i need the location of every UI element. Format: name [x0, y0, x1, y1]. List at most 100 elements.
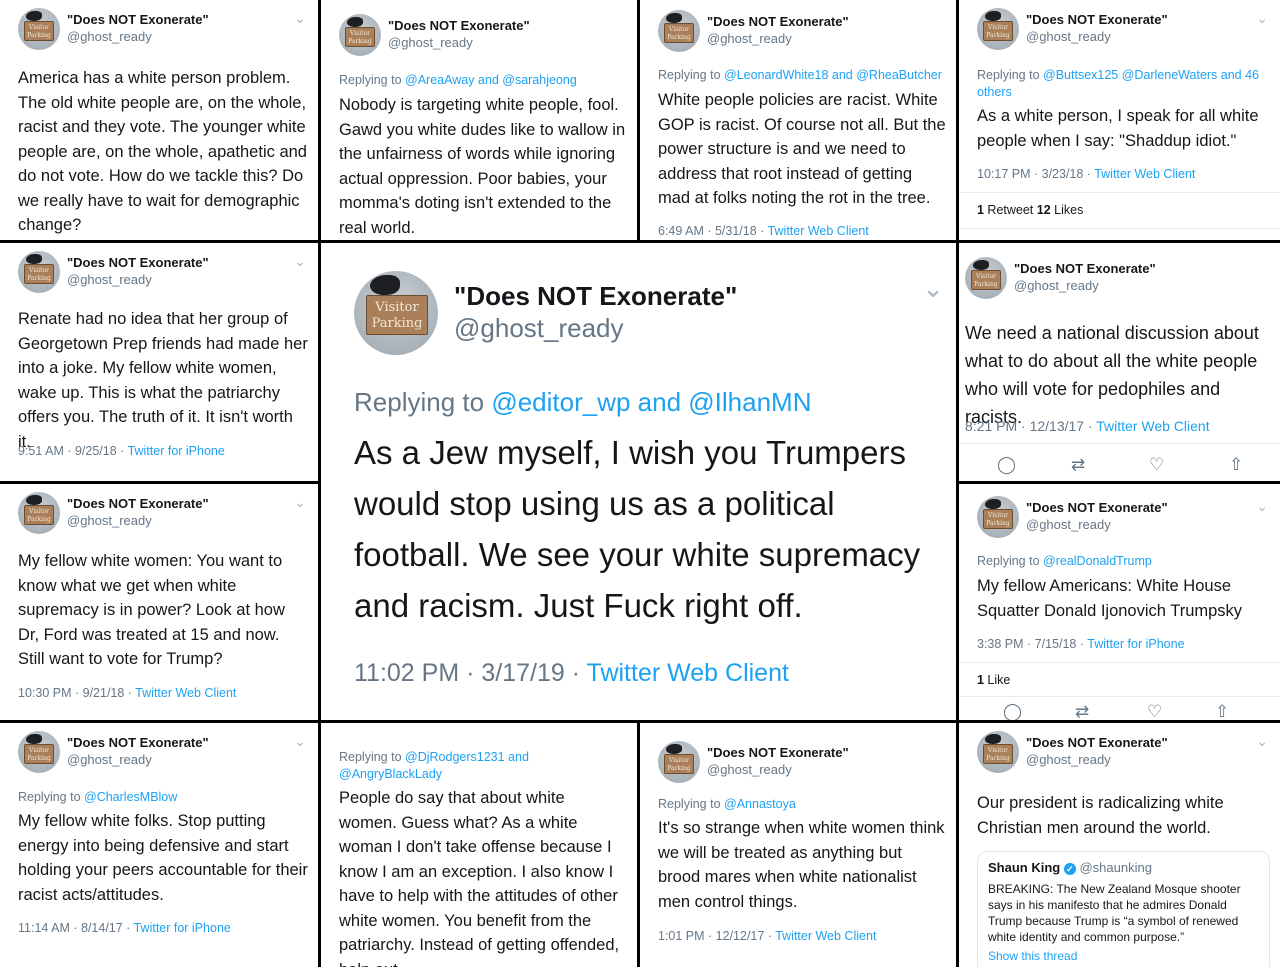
tweet-text: It's so strange when white women think w…	[658, 819, 945, 911]
quoted-tweet[interactable]: Shaun King ✓ @shaunking BREAKING: The Ne…	[977, 851, 1270, 967]
user-handle[interactable]: @ghost_ready	[1026, 752, 1111, 767]
tweet-source-link[interactable]: Twitter Web Client	[768, 224, 869, 238]
display-name[interactable]: "Does NOT Exonerate"	[67, 735, 209, 750]
tweet-source-link[interactable]: Twitter Web Client	[775, 929, 876, 943]
visitor-parking-sign: Visitor Parking	[24, 505, 54, 525]
display-name[interactable]: "Does NOT Exonerate"	[67, 12, 209, 27]
chevron-down-icon[interactable]: ⌄	[922, 273, 944, 304]
user-handle[interactable]: @ghost_ready	[1026, 517, 1111, 532]
tweet-source-link[interactable]: Twitter Web Client	[1094, 167, 1195, 181]
visitor-parking-sign: Visitor Parking	[24, 264, 54, 284]
avatar[interactable]: Visitor Parking	[658, 741, 700, 783]
share-icon[interactable]: ⇧	[1215, 702, 1229, 720]
display-name[interactable]: "Does NOT Exonerate"	[67, 496, 209, 511]
tweet-source-link[interactable]: Twitter Web Client	[135, 686, 236, 700]
avatar[interactable]: Visitor Parking	[977, 731, 1019, 773]
avatar[interactable]: Visitor Parking	[18, 251, 60, 293]
user-handle[interactable]: @ghost_ready	[388, 35, 473, 50]
tweet-header: Visitor Parking "Does NOT Exonerate" @gh…	[658, 741, 944, 785]
heart-icon[interactable]: ♡	[1147, 702, 1162, 720]
retweet-icon[interactable]: ⇄	[1075, 702, 1089, 720]
avatar[interactable]: Visitor Parking	[18, 492, 60, 534]
display-name[interactable]: "Does NOT Exonerate"	[707, 745, 849, 760]
avatar[interactable]: Visitor Parking	[965, 257, 1007, 299]
display-name[interactable]: "Does NOT Exonerate"	[67, 255, 209, 270]
tweet-text: People do say that about white women. Gu…	[339, 789, 620, 967]
reply-mentions-link[interactable]: @CharlesMBlow	[84, 790, 177, 804]
chevron-down-icon[interactable]: ⌄	[294, 253, 306, 270]
user-handle[interactable]: @ghost_ready	[67, 752, 152, 767]
replying-to: Replying to @editor_wp and @IlhanMN	[354, 387, 812, 417]
tweet-timestamp: 1:01 PM · 12/12/17 · Twitter Web Client	[658, 929, 877, 943]
avatar[interactable]: Visitor Parking	[339, 14, 381, 56]
likes-link[interactable]: Like	[984, 673, 1010, 687]
reply-icon[interactable]: ◯	[1003, 702, 1022, 720]
tweet-source-link[interactable]: Twitter for iPhone	[134, 921, 231, 935]
user-handle[interactable]: @ghost_ready	[707, 762, 792, 777]
display-name[interactable]: "Does NOT Exonerate"	[388, 18, 530, 33]
tweet-actions: ◯ ⇄ ♡ ⇧	[989, 455, 1260, 477]
divider	[959, 192, 1280, 193]
retweets-link[interactable]: Retweet	[984, 203, 1037, 217]
tweet-source-link[interactable]: Twitter for iPhone	[1087, 637, 1184, 651]
visitor-parking-sign: Visitor Parking	[664, 23, 694, 43]
replying-to: Replying to @CharlesMBlow	[18, 790, 178, 804]
tweet-source-link[interactable]: Twitter Web Client	[1096, 418, 1209, 434]
user-handle[interactable]: @ghost_ready	[1026, 29, 1111, 44]
avatar[interactable]: Visitor Parking	[977, 8, 1019, 50]
tweet-timestamp: 10:30 PM · 9/21/18 · Twitter Web Client	[18, 686, 237, 700]
display-name[interactable]: "Does NOT Exonerate"	[1026, 735, 1168, 750]
reply-mentions-link[interactable]: @editor_wp and @IlhanMN	[491, 387, 811, 417]
replying-to: Replying to @LeonardWhite18 and @RheaBut…	[658, 68, 942, 82]
tweet-text: My fellow white women: You want to know …	[18, 552, 285, 668]
tweet-source-link[interactable]: Twitter for iPhone	[128, 444, 225, 458]
chevron-down-icon[interactable]: ⌄	[294, 10, 306, 27]
visitor-parking-sign: Visitor Parking	[664, 754, 694, 774]
retweet-icon[interactable]: ⇄	[1071, 455, 1085, 475]
user-handle[interactable]: @ghost_ready	[67, 513, 152, 528]
tweet-stats: 1 Like	[977, 673, 1011, 687]
avatar[interactable]: Visitor Parking	[977, 496, 1019, 538]
user-handle[interactable]: @ghost_ready	[707, 31, 792, 46]
avatar[interactable]: Visitor Parking	[18, 731, 60, 773]
reply-mentions-link[interactable]: @LeonardWhite18 and @RheaButcher	[724, 68, 942, 82]
reply-icon[interactable]: ◯	[997, 455, 1016, 475]
chevron-down-icon[interactable]: ⌄	[1256, 10, 1268, 27]
user-handle[interactable]: @ghost_ready	[454, 313, 624, 344]
display-name[interactable]: "Does NOT Exonerate"	[1026, 500, 1168, 515]
avatar[interactable]: Visitor Parking	[354, 271, 438, 355]
chevron-down-icon[interactable]: ⌄	[1256, 498, 1268, 515]
quoted-tweet-header: Shaun King ✓ @shaunking	[988, 860, 1259, 875]
chevron-down-icon[interactable]: ⌄	[1256, 733, 1268, 750]
show-thread-link[interactable]: Show this thread	[988, 949, 1259, 963]
user-handle[interactable]: @ghost_ready	[1014, 278, 1099, 293]
replying-to: Replying to @Annastoya	[658, 797, 796, 811]
display-name[interactable]: "Does NOT Exonerate"	[707, 14, 849, 29]
likes-link[interactable]: Likes	[1051, 203, 1083, 217]
user-handle[interactable]: @ghost_ready	[67, 29, 152, 44]
display-name[interactable]: "Does NOT Exonerate"	[1026, 12, 1168, 27]
bird-icon	[985, 734, 1001, 744]
tweet-source-link[interactable]: Twitter Web Client	[587, 659, 789, 687]
visitor-parking-sign: Visitor Parking	[983, 509, 1013, 529]
reply-mentions-link[interactable]: @Annastoya	[724, 797, 796, 811]
bird-icon	[370, 275, 400, 295]
bird-icon	[26, 495, 42, 505]
chevron-down-icon[interactable]: ⌄	[294, 733, 306, 750]
display-name[interactable]: "Does NOT Exonerate"	[454, 281, 737, 312]
tweet-text: We need a national discussion about what…	[965, 323, 1259, 427]
divider	[959, 228, 1280, 229]
share-icon[interactable]: ⇧	[1229, 455, 1243, 475]
replying-to: Replying to @AreaAway and @sarahjeong	[339, 73, 577, 87]
reply-mentions-link[interactable]: @AreaAway and @sarahjeong	[405, 73, 577, 87]
tweet-card-11: Replying to @DjRodgers1231 and @AngryBla…	[321, 723, 637, 967]
avatar[interactable]: Visitor Parking	[18, 8, 60, 50]
heart-icon[interactable]: ♡	[1149, 455, 1164, 475]
tweet-card-9: Visitor Parking "Does NOT Exonerate" @gh…	[959, 484, 1280, 720]
tweet-timestamp: 6:49 AM · 5/31/18 · Twitter Web Client	[658, 224, 869, 238]
chevron-down-icon[interactable]: ⌄	[294, 494, 306, 511]
display-name[interactable]: "Does NOT Exonerate"	[1014, 261, 1156, 276]
user-handle[interactable]: @ghost_ready	[67, 272, 152, 287]
reply-mentions-link[interactable]: @realDonaldTrump	[1043, 554, 1152, 568]
avatar[interactable]: Visitor Parking	[658, 10, 700, 52]
